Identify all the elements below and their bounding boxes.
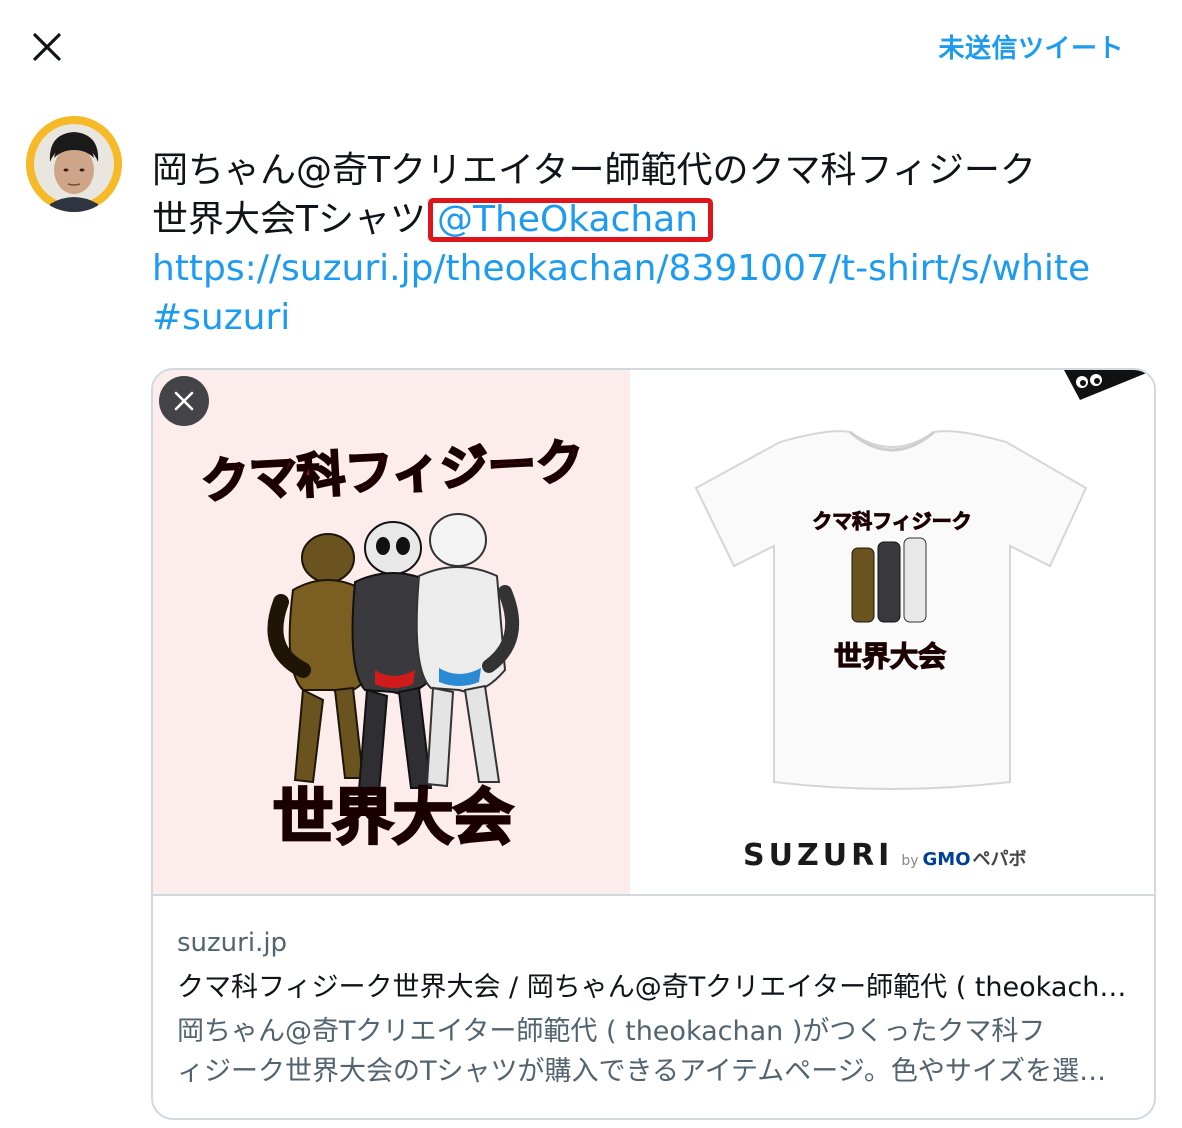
tweet-text-segment: 世界大会Tシャツ: [152, 199, 426, 240]
card-domain: suzuri.jp: [177, 928, 288, 958]
brand-name: SUZURI: [743, 838, 894, 873]
unsent-tweets-link[interactable]: 未送信ツイート: [938, 28, 1124, 65]
hashtag-link[interactable]: #suzuri: [152, 293, 1142, 342]
card-info: suzuri.jp クマ科フィジーク世界大会 / 岡ちゃん@奇Tクリエイター師範…: [153, 896, 1154, 1092]
brand-pepabo: ペパボ: [972, 849, 1027, 870]
close-icon: [33, 33, 61, 61]
art-title-text: クマ科フィジーク: [200, 434, 585, 510]
card-image: クマ科フィジーク 世界大会 クマ科フィジーク 世界大会 SUZURI by GM…: [153, 370, 1154, 896]
tweet-text-line: 世界大会Tシャツ @TheOkachan: [152, 195, 1142, 244]
tshirt-illustration: クマ科フィジーク 世界大会: [694, 370, 1154, 790]
brand-by: by: [901, 853, 919, 869]
close-button[interactable]: [24, 24, 70, 70]
artwork-illustration: クマ科フィジーク 世界大会: [199, 433, 587, 855]
avatar[interactable]: [26, 116, 122, 212]
card-description-line: ィジーク世界大会のTシャツが購入できるアイテムページ。色やサイズを選んで購入でき…: [177, 1056, 1130, 1087]
suzuri-brand-logo: SUZURI by GMO ペパボ: [743, 838, 1027, 873]
mention-link[interactable]: @TheOkachan: [428, 198, 714, 242]
shirt-print-title: クマ科フィジーク: [812, 509, 972, 533]
polar-bear-figure: [415, 513, 520, 788]
card-title: クマ科フィジーク世界大会 / 岡ちゃん@奇Tクリエイター師範代 ( theoka…: [177, 972, 1130, 1003]
tweet-text[interactable]: 岡ちゃん@奇Tクリエイター師範代のクマ科フィジーク 世界大会Tシャツ @TheOk…: [152, 146, 1142, 342]
art-subtitle-text: 世界大会: [273, 783, 513, 853]
tshirt-panel: クマ科フィジーク 世界大会 SUZURI by GMO ペパボ: [630, 370, 1154, 894]
card-description: 岡ちゃん@奇Tクリエイター師範代 ( theokachan )がつくったクマ科フ…: [177, 1012, 1130, 1092]
suzuri-mascot-icon: [1064, 370, 1154, 400]
avatar-photo: [26, 116, 122, 212]
shirt-print-subtitle: 世界大会: [834, 640, 946, 673]
brand-gmo: GMO: [922, 849, 971, 870]
url-link[interactable]: https://suzuri.jp/theokachan/8391007/t-s…: [152, 244, 1142, 293]
card-description-line: 岡ちゃん@奇Tクリエイター師範代 ( theokachan )がつくったクマ科フ: [177, 1016, 1046, 1047]
artwork-panel: クマ科フィジーク 世界大会: [153, 370, 630, 894]
close-icon: [174, 391, 194, 411]
link-preview-card[interactable]: クマ科フィジーク 世界大会 クマ科フィジーク 世界大会 SUZURI by GM…: [151, 368, 1156, 1120]
remove-card-button[interactable]: [159, 376, 209, 426]
tweet-text-line: 岡ちゃん@奇Tクリエイター師範代のクマ科フィジーク: [152, 150, 1036, 191]
